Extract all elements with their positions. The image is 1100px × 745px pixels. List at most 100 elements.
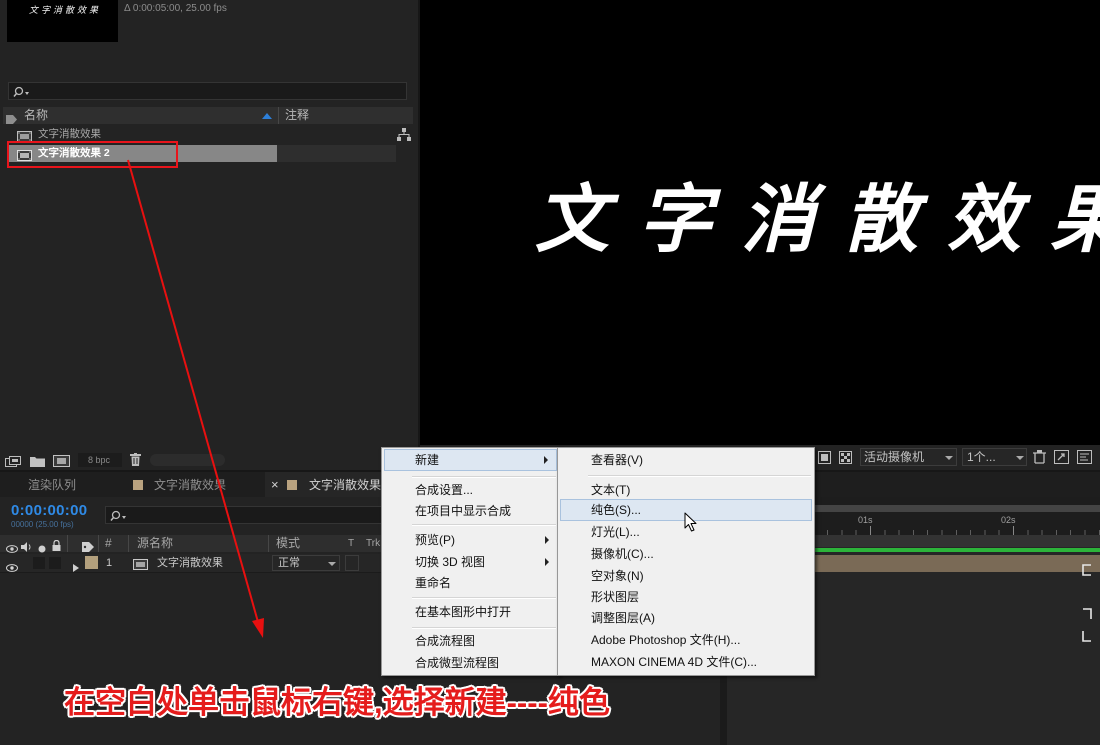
menu-item-composition-flowchart[interactable]: 合成流程图: [384, 631, 557, 651]
current-time-display[interactable]: 0:00:00:00: [11, 502, 87, 519]
column-divider[interactable]: [278, 107, 279, 124]
eye-icon[interactable]: [6, 559, 18, 577]
tab-label: 文字消散效果: [154, 478, 227, 492]
menu-item-photoshop-file[interactable]: Adobe Photoshop 文件(H)...: [560, 630, 812, 650]
column-divider[interactable]: [268, 535, 269, 552]
frame-rate-info: 00000 (25.00 fps): [11, 520, 74, 529]
menu-separator: [412, 597, 556, 599]
new-submenu: 查看器(V) 文本(T) 纯色(S)... 灯光(L)... 摄像机(C)...…: [557, 447, 815, 676]
column-t-header[interactable]: T: [348, 535, 354, 552]
bracket-icon[interactable]: [1082, 563, 1092, 581]
column-trkmat-header[interactable]: Trk: [366, 535, 380, 552]
column-divider[interactable]: [128, 535, 129, 552]
menu-item-label: 纯色(S)...: [591, 503, 641, 517]
thumbnail-text: 文字消散效果: [29, 6, 102, 16]
project-search-input[interactable]: [8, 82, 407, 100]
tab-label: 渲染队列: [28, 478, 77, 492]
timeline-toggle-icon[interactable]: [1077, 450, 1092, 469]
menu-item-open-in-essential-graphics[interactable]: 在基本图形中打开: [384, 602, 557, 622]
row-remainder: [277, 145, 396, 162]
expand-arrow-icon[interactable]: [73, 559, 79, 577]
menu-item-label: 空对象(N): [591, 569, 644, 583]
menu-item-switch-3d-view[interactable]: 切换 3D 视图: [384, 552, 557, 572]
tab-composition-1[interactable]: 文字消散效果: [125, 472, 260, 497]
menu-item-label: 形状图层: [591, 590, 640, 604]
preview-title-text: 文字消散效果: [535, 177, 1100, 263]
comp-info: Δ 0:00:05:00, 25.00 fps: [124, 3, 227, 14]
menu-item-reveal-in-project[interactable]: 在项目中显示合成: [384, 501, 557, 521]
blend-mode-dropdown[interactable]: 正常: [272, 555, 340, 571]
menu-item-label: 合成流程图: [415, 634, 476, 648]
menu-item-label: 摄像机(C)...: [591, 547, 654, 561]
menu-item-composition-mini-flowchart[interactable]: 合成微型流程图: [384, 653, 557, 673]
bracket-icon[interactable]: [1082, 629, 1092, 647]
column-name-header[interactable]: 名称: [24, 107, 48, 124]
submenu-arrow-icon: [544, 456, 548, 464]
submenu-arrow-icon: [545, 536, 549, 544]
layer-name[interactable]: 文字消散效果: [157, 554, 223, 572]
project-column-header: 名称 注释: [3, 107, 413, 124]
flowchart-icon[interactable]: [397, 128, 411, 146]
sort-ascending-icon[interactable]: [262, 113, 272, 119]
bracket-icon[interactable]: [1082, 607, 1092, 625]
submenu-arrow-icon: [545, 558, 549, 566]
trash-icon[interactable]: [130, 453, 141, 471]
view-layout-dropdown[interactable]: 1个...: [962, 448, 1027, 466]
composition-viewer[interactable]: 文字消散效果: [420, 0, 1100, 445]
composition-icon: [133, 557, 148, 575]
transparency-grid-icon[interactable]: [839, 451, 852, 469]
menu-item-preview[interactable]: 预览(P): [384, 530, 557, 550]
search-icon[interactable]: [110, 509, 130, 527]
menu-item-composition-settings[interactable]: 合成设置...: [384, 480, 557, 500]
fast-previews-icon[interactable]: [1054, 450, 1069, 469]
view-layout-value: 1个...: [967, 450, 996, 464]
column-source-name-header[interactable]: 源名称: [137, 535, 173, 552]
solo-toggle[interactable]: [33, 557, 45, 569]
menu-item-cinema-4d-file[interactable]: MAXON CINEMA 4D 文件(C)...: [560, 652, 812, 672]
bit-depth-label: 8 bpc: [88, 455, 111, 465]
timeline-search-input[interactable]: [105, 506, 385, 524]
camera-dropdown[interactable]: 活动摄像机: [860, 448, 957, 466]
menu-item-label: 调整图层(A): [591, 611, 655, 625]
ruler-major-tick: [870, 526, 871, 535]
column-number-header[interactable]: #: [105, 535, 112, 552]
tab-close-icon[interactable]: ×: [271, 472, 279, 498]
menu-item-shape-layer[interactable]: 形状图层: [560, 587, 812, 607]
menu-item-adjustment-layer[interactable]: 调整图层(A): [560, 608, 812, 628]
region-of-interest-icon[interactable]: [818, 451, 831, 469]
instruction-caption: 在空白处单击鼠标右键,选择新建----纯色: [64, 685, 610, 720]
column-divider[interactable]: [67, 535, 68, 552]
layer-label-color[interactable]: [85, 556, 98, 569]
camera-dropdown-value: 活动摄像机: [864, 450, 925, 464]
menu-item-label: 合成设置...: [415, 483, 474, 497]
tab-render-queue[interactable]: 渲染队列: [15, 472, 115, 497]
chevron-down-icon: [1016, 456, 1024, 460]
menu-item-rename[interactable]: 重命名: [384, 573, 557, 593]
column-comment-header[interactable]: 注释: [285, 107, 309, 124]
ruler-label: 01s: [858, 515, 873, 525]
lock-toggle[interactable]: [49, 557, 61, 569]
tab-composition-2[interactable]: × 文字消散效果: [265, 472, 395, 497]
context-menu: 新建 合成设置... 在项目中显示合成 预览(P) 切换 3D 视图 重命名 在…: [381, 447, 560, 676]
menu-item-text[interactable]: 文本(T): [560, 480, 812, 500]
menu-separator: [412, 476, 556, 478]
search-icon[interactable]: [13, 85, 33, 103]
menu-item-viewer[interactable]: 查看器(V): [560, 450, 812, 470]
highlight-box: [7, 141, 178, 168]
column-divider[interactable]: [98, 535, 99, 552]
preserve-transparency-toggle[interactable]: [345, 555, 359, 571]
layer-number: 1: [106, 557, 113, 569]
project-scrollbar[interactable]: [150, 454, 225, 466]
menu-separator: [412, 524, 556, 526]
bit-depth-button[interactable]: 8 bpc: [78, 453, 122, 467]
menu-item-null-object[interactable]: 空对象(N): [560, 566, 812, 586]
menu-item-new[interactable]: 新建: [384, 449, 557, 471]
toggle-pixel-aspect-icon[interactable]: [1032, 450, 1047, 469]
ruler-major-tick: [1013, 526, 1014, 535]
menu-item-label: 新建: [415, 453, 440, 467]
column-mode-header[interactable]: 模式: [276, 535, 300, 552]
menu-item-camera[interactable]: 摄像机(C)...: [560, 544, 812, 564]
menu-item-label: 合成微型流程图: [415, 656, 500, 670]
label-color-swatch: [287, 480, 297, 490]
mouse-cursor-icon: [684, 512, 698, 537]
